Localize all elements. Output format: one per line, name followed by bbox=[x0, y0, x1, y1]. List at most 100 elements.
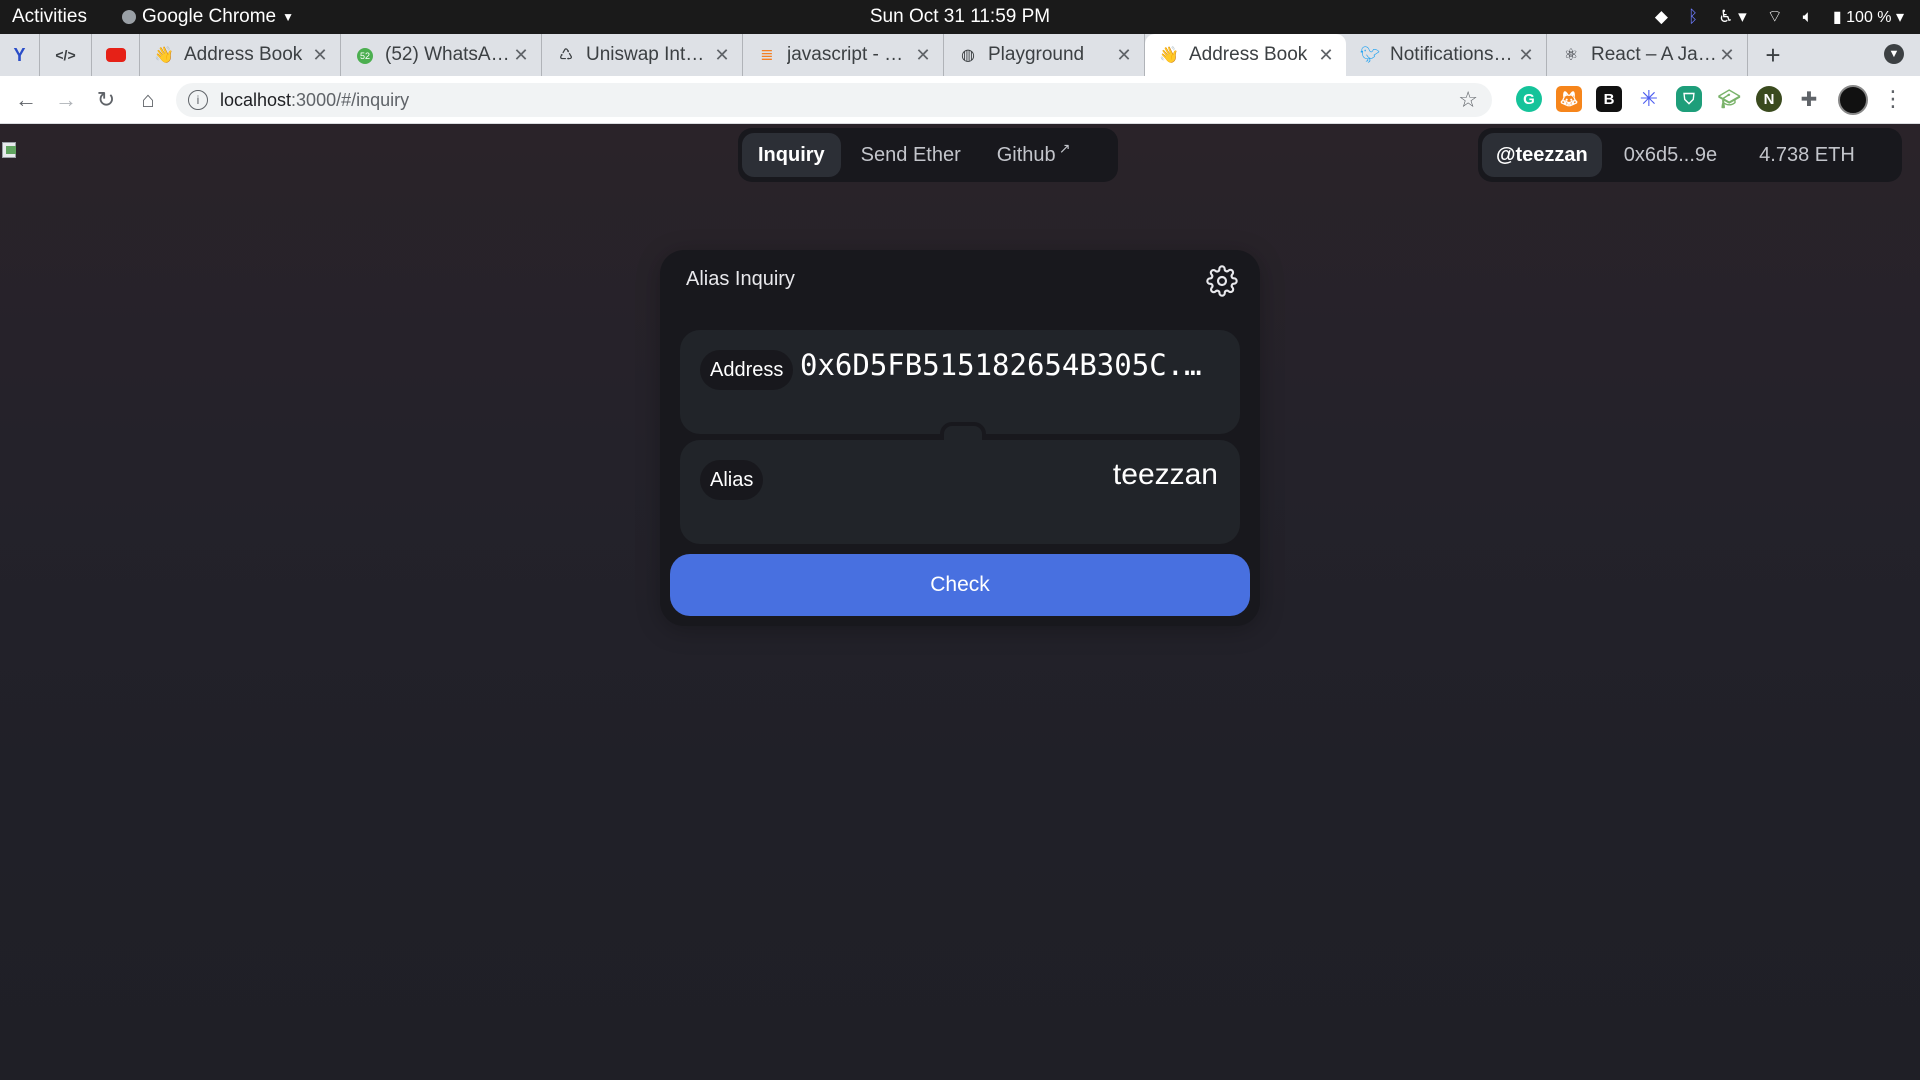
account-panel: @teezzan 0x6d5...9e 4.738 ETH bbox=[1478, 128, 1902, 182]
browser-tab[interactable]: ◍ Playground ✕ bbox=[944, 34, 1145, 76]
bookmark-extension-icon[interactable]: B bbox=[1596, 86, 1622, 112]
chevron-down-icon: ▼ bbox=[1888, 48, 1900, 60]
bluetooth-icon[interactable]: ᛒ bbox=[1688, 7, 1698, 27]
back-button[interactable]: ← bbox=[12, 86, 40, 114]
new-tab-button[interactable]: + bbox=[1748, 34, 1798, 76]
check-button[interactable]: Check bbox=[670, 554, 1250, 616]
alias-inquiry-card: Alias Inquiry Address 0x6D5FB515182654B3… bbox=[660, 250, 1260, 626]
browser-tab-active[interactable]: 👋 Address Book ✕ bbox=[1145, 34, 1346, 76]
accessibility-icon[interactable]: ♿ ▾ bbox=[1718, 7, 1747, 27]
tab-strip: Y </> 👋 Address Book ✕ 52 (52) WhatsApp … bbox=[0, 34, 1920, 76]
globe-icon: ◍ bbox=[961, 47, 975, 64]
snowflake-extension-icon[interactable]: ✳ bbox=[1636, 86, 1662, 112]
address-bar[interactable]: i localhost:3000/#/inquiry ☆ bbox=[176, 83, 1492, 117]
reload-button[interactable]: ↻ bbox=[92, 86, 120, 114]
site-info-icon[interactable]: i bbox=[188, 90, 208, 110]
alias-output[interactable]: teezzan bbox=[1113, 458, 1218, 492]
close-tab-icon[interactable]: ✕ bbox=[913, 45, 933, 66]
nav-inquiry[interactable]: Inquiry bbox=[742, 133, 841, 177]
close-tab-icon[interactable]: ✕ bbox=[1717, 45, 1737, 66]
address-input[interactable]: 0x6D5FB515182654B305C... bbox=[800, 348, 1218, 382]
address-label: Address bbox=[700, 350, 794, 390]
pinned-tab-youtube[interactable] bbox=[92, 34, 140, 76]
graduation-cap-icon[interactable]: 🎓︎ bbox=[1716, 86, 1742, 112]
card-title: Alias Inquiry bbox=[686, 268, 795, 290]
nav-send-ether[interactable]: Send Ether bbox=[845, 133, 977, 177]
bookmark-star-icon[interactable]: ☆ bbox=[1458, 87, 1478, 113]
tab-title: javascript - Perf bbox=[787, 44, 913, 65]
browser-tab[interactable]: ≣ javascript - Perf ✕ bbox=[743, 34, 944, 76]
close-tab-icon[interactable]: ✕ bbox=[511, 45, 531, 66]
browser-tab[interactable]: 52 (52) WhatsApp ✕ bbox=[341, 34, 542, 76]
alias-field[interactable]: Alias teezzan bbox=[680, 440, 1240, 544]
browser-tab[interactable]: ⚛ React – A JavaScript ✕ bbox=[1547, 34, 1748, 76]
account-handle[interactable]: @teezzan bbox=[1482, 133, 1602, 177]
nav-github[interactable]: Github ↗ bbox=[981, 133, 1087, 177]
metamask-icon[interactable]: 🦊︎ bbox=[1556, 86, 1582, 112]
home-icon: ⌂ bbox=[141, 87, 155, 112]
leaf-extension-icon[interactable]: N bbox=[1756, 86, 1782, 112]
tab-title: Uniswap Interface bbox=[586, 44, 712, 65]
wallet-address[interactable]: 0x6d5...9e bbox=[1602, 144, 1739, 167]
whatsapp-icon: 52 bbox=[355, 46, 375, 64]
yoast-icon: Y bbox=[13, 44, 26, 65]
app-menu[interactable]: Google Chrome ▼ bbox=[122, 6, 294, 28]
page-viewport: Inquiry Send Ether Github ↗ @teezzan 0x6d… bbox=[0, 124, 1920, 1080]
tab-title: Playground bbox=[988, 44, 1085, 65]
eth-balance: 4.738 ETH bbox=[1759, 143, 1855, 166]
puzzle-extensions-icon[interactable]: ✚ bbox=[1796, 86, 1822, 112]
chrome-icon bbox=[122, 10, 136, 24]
home-button[interactable]: ⌂ bbox=[134, 86, 162, 114]
extensions-bar: G 🦊︎ B ✳ ⛉ 🎓︎ N ✚ bbox=[1516, 86, 1822, 112]
alias-label: Alias bbox=[700, 460, 764, 500]
browser-tab[interactable]: 👋 Address Book ✕ bbox=[140, 34, 341, 76]
pinned-tab-yoast[interactable]: Y bbox=[0, 34, 40, 76]
battery-icon: ▮ bbox=[1832, 8, 1842, 26]
activities-button[interactable]: Activities bbox=[12, 6, 87, 28]
wave-icon: 👋 bbox=[154, 47, 174, 64]
forward-button[interactable]: → bbox=[52, 86, 80, 114]
grammarly-icon[interactable]: G bbox=[1516, 86, 1542, 112]
arrow-left-icon: ← bbox=[15, 87, 37, 112]
close-tab-icon[interactable]: ✕ bbox=[310, 45, 330, 66]
chrome-menu-icon[interactable]: ⋮ bbox=[1882, 86, 1904, 112]
shield-extension-icon[interactable]: ⛉ bbox=[1676, 86, 1702, 112]
volume-icon[interactable]: 🔈︎ bbox=[1803, 7, 1813, 27]
diamond-icon[interactable]: ◆ bbox=[1655, 7, 1668, 27]
main-nav: Inquiry Send Ether Github ↗ bbox=[738, 128, 1118, 182]
address-field[interactable]: Address 0x6D5FB515182654B305C... bbox=[680, 330, 1240, 434]
plus-icon: + bbox=[1765, 39, 1781, 70]
close-tab-icon[interactable]: ✕ bbox=[1114, 45, 1134, 66]
pinned-tab-devtools[interactable]: </> bbox=[40, 34, 92, 76]
tab-title: Address Book bbox=[1189, 44, 1308, 65]
battery-percent: 100 % bbox=[1846, 8, 1892, 26]
tab-title: React – A JavaScript bbox=[1591, 44, 1717, 65]
nav-github-label: Github bbox=[996, 143, 1056, 166]
youtube-icon bbox=[105, 48, 126, 62]
browser-tab[interactable]: 🐦︎ Notifications / Twitter ✕ bbox=[1346, 34, 1547, 76]
url-path: :3000/#/inquiry bbox=[291, 89, 410, 110]
wave-icon: 👋 bbox=[1159, 47, 1179, 64]
tab-search-button[interactable]: ▼ bbox=[1884, 44, 1904, 64]
gear-icon[interactable] bbox=[1206, 265, 1238, 297]
url-host: localhost bbox=[220, 89, 292, 110]
clock[interactable]: Sun Oct 31 11:59 PM bbox=[870, 6, 1050, 27]
code-icon: </> bbox=[55, 47, 76, 63]
system-top-bar: Activities Google Chrome ▼ Sun Oct 31 11… bbox=[0, 0, 1920, 34]
uniswap-icon: ♺ bbox=[558, 47, 574, 64]
battery-indicator[interactable]: ▮ 100 % ▾ bbox=[1833, 7, 1904, 27]
tab-title: Notifications / Twitter bbox=[1390, 44, 1516, 65]
stackoverflow-icon: ≣ bbox=[760, 47, 774, 64]
wifi-icon[interactable]: ⌔ bbox=[1767, 6, 1783, 27]
close-tab-icon[interactable]: ✕ bbox=[1516, 45, 1536, 66]
tab-title: Address Book bbox=[184, 44, 303, 65]
broken-image-icon bbox=[0, 140, 22, 162]
close-tab-icon[interactable]: ✕ bbox=[712, 45, 732, 66]
browser-tab[interactable]: ♺ Uniswap Interface ✕ bbox=[542, 34, 743, 76]
arrow-right-icon: → bbox=[55, 87, 77, 112]
profile-avatar[interactable] bbox=[1838, 85, 1868, 115]
system-tray[interactable]: ◆ ᛒ ♿ ▾ ⌔ 🔈︎ ▮ 100 % ▾ bbox=[1655, 6, 1904, 27]
close-tab-icon[interactable]: ✕ bbox=[1316, 45, 1336, 66]
twitter-icon: 🐦︎ bbox=[1360, 47, 1381, 64]
react-icon: ⚛ bbox=[1563, 47, 1579, 64]
